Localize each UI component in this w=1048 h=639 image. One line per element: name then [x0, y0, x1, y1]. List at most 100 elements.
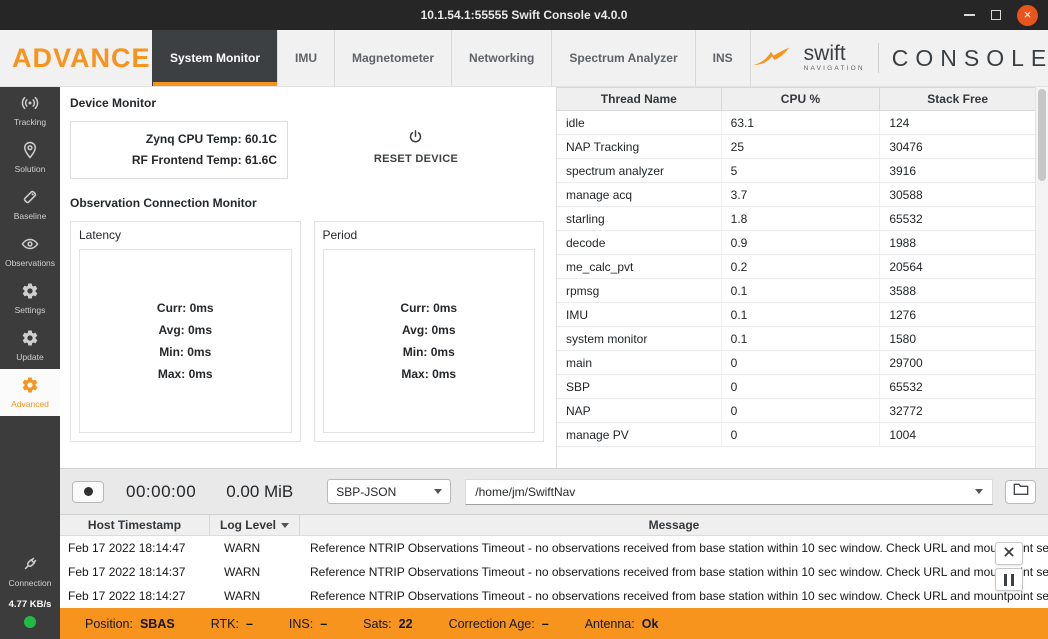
cpu-header: CPU %: [722, 88, 881, 110]
table-cell: SBP: [557, 375, 722, 398]
pause-log-button[interactable]: [995, 568, 1023, 591]
sidebar-item-label: Tracking: [13, 117, 47, 127]
period-avg: Avg: 0ms: [401, 323, 456, 337]
tab-system-monitor[interactable]: System Monitor: [152, 30, 278, 86]
record-bar: 00:00:00 0.00 MiB SBP-JSON /home/jm/Swif…: [60, 468, 1048, 514]
clear-log-button[interactable]: [995, 542, 1023, 565]
thread-table-main: Thread Name CPU % Stack Free idle 63.1 124…: [557, 87, 1035, 468]
log-row[interactable]: Feb 17 2022 18:14:37 WARN Reference NTRIP …: [60, 560, 1048, 584]
table-cell: 0: [722, 399, 881, 422]
latency-box: Latency Curr: 0ms Avg: 0ms Min: 0ms Max:…: [70, 221, 301, 442]
sidebar-item-connection[interactable]: Connection: [0, 548, 60, 595]
latency-curr: Curr: 0ms: [156, 301, 214, 315]
baseline-icon: [21, 188, 39, 208]
table-cell: 3916: [889, 163, 917, 178]
table-row[interactable]: manage PV 0 1004: [557, 423, 1035, 447]
table-row[interactable]: system monitor 0.1 1580: [557, 327, 1035, 351]
table-cell: 29700: [889, 355, 923, 370]
status-sats-: Sats: 22: [363, 617, 412, 631]
status-label: RTK:: [210, 616, 239, 631]
brand-navigation-label: NAVIGATION: [803, 65, 865, 73]
table-row[interactable]: IMU 0.1 1276: [557, 303, 1035, 327]
temperature-box: Zynq CPU Temp: 60.1C RF Frontend Temp: 6…: [70, 121, 288, 179]
settings-icon: [21, 282, 39, 302]
record-icon: [83, 487, 93, 496]
table-cell: main: [557, 351, 722, 374]
log-row[interactable]: Feb 17 2022 18:14:27 WARN Reference NTRIP …: [60, 584, 1048, 608]
status-label: INS:: [288, 616, 314, 631]
table-row[interactable]: decode 0.9 1988: [557, 231, 1035, 255]
rf-temp: RF Frontend Temp: 61.6C: [131, 153, 277, 167]
mode-label: ADVANCED: [12, 42, 172, 73]
status-label: Position:: [85, 616, 133, 631]
caret-down-icon: [975, 489, 983, 494]
period-title: Period: [322, 228, 358, 242]
minimize-icon[interactable]: [964, 14, 975, 16]
connection-icon: [21, 555, 39, 575]
table-row[interactable]: main 0 29700: [557, 351, 1035, 375]
table-row[interactable]: starling 1.8 65532: [557, 207, 1035, 231]
table-cell: 1.8: [722, 207, 881, 230]
sidebar: Tracking Solution Baseline Observations Sett…: [0, 87, 60, 639]
sidebar-item-tracking[interactable]: Tracking: [0, 87, 60, 134]
titlebar: 10.1.54.1:55555 Swift Console v4.0.0 ×: [0, 0, 1048, 30]
table-row[interactable]: NAP Tracking 25 30476: [557, 135, 1035, 159]
table-cell: 1276: [889, 307, 917, 322]
table-row[interactable]: NAP 0 32772: [557, 399, 1035, 423]
sidebar-item-advanced[interactable]: Advanced: [0, 369, 60, 416]
pause-icon: [1004, 573, 1014, 586]
table-cell: 0.1: [722, 327, 881, 350]
table-cell: spectrum analyzer: [557, 159, 722, 182]
table-cell: idle: [557, 111, 722, 134]
swift-logo-icon: [751, 46, 791, 70]
scrollbar-thumb[interactable]: [1038, 89, 1046, 181]
period-max: Max: 0ms: [401, 367, 457, 381]
device-monitor-title: Device Monitor: [70, 96, 157, 110]
sidebar-item-label: Solution: [14, 164, 46, 174]
tab-imu[interactable]: IMU: [277, 30, 334, 86]
table-cell: 0.1: [722, 303, 881, 326]
tab-networking[interactable]: Networking: [451, 30, 551, 86]
sidebar-item-baseline[interactable]: Baseline: [0, 181, 60, 228]
thread-name-header: Thread Name: [557, 88, 722, 110]
sidebar-item-settings[interactable]: Settings: [0, 275, 60, 322]
obs-monitor-row: Latency Curr: 0ms Avg: 0ms Min: 0ms Max:…: [70, 221, 544, 442]
maximize-icon[interactable]: [991, 10, 1001, 20]
reset-device-button[interactable]: RESET DEVICE: [374, 129, 458, 165]
close-icon[interactable]: ×: [1017, 4, 1038, 26]
table-row[interactable]: rpmsg 0.1 3588: [557, 279, 1035, 303]
stack-free-header: Stack Free: [927, 92, 988, 106]
table-row[interactable]: manage acq 3.7 30588: [557, 183, 1035, 207]
device-monitor-row: Zynq CPU Temp: 60.1C RF Frontend Temp: 6…: [70, 121, 544, 179]
thread-table: Thread Name CPU % Stack Free idle 63.1 124…: [556, 87, 1048, 468]
table-cell: IMU: [557, 303, 722, 326]
status-label: Sats:: [363, 616, 392, 631]
log-row[interactable]: Feb 17 2022 18:14:47 WARN Reference NTRIP …: [60, 536, 1048, 560]
tab-spectrum-analyzer[interactable]: Spectrum Analyzer: [551, 30, 694, 86]
log-directory-input[interactable]: /home/jm/SwiftNav: [465, 478, 993, 505]
latency-max: Max: 0ms: [157, 367, 213, 381]
sidebar-item-observations[interactable]: Observations: [0, 228, 60, 275]
thread-table-header: Thread Name CPU % Stack Free: [557, 87, 1035, 111]
table-row[interactable]: spectrum analyzer 5 3916: [557, 159, 1035, 183]
log-level-filter[interactable]: Log Level: [210, 515, 300, 535]
table-cell: manage PV: [557, 423, 722, 446]
table-cell: me_calc_pvt: [557, 255, 722, 278]
sidebar-item-solution[interactable]: Solution: [0, 134, 60, 181]
record-button[interactable]: [72, 480, 104, 503]
browse-folder-button[interactable]: [1005, 479, 1036, 504]
sidebar-item-update[interactable]: Update: [0, 322, 60, 369]
tab-ins[interactable]: INS: [694, 30, 751, 86]
period-box: Period Curr: 0ms Avg: 0ms Min: 0ms Max: …: [313, 221, 544, 442]
table-row[interactable]: idle 63.1 124: [557, 111, 1035, 135]
table-cell: 5: [722, 159, 881, 182]
table-row[interactable]: me_calc_pvt 0.2 20564: [557, 255, 1035, 279]
tab-magnetometer[interactable]: Magnetometer: [334, 30, 451, 86]
latency-avg: Avg: 0ms: [158, 323, 213, 337]
swift-wordmark: swift NAVIGATION: [804, 43, 865, 73]
table-row[interactable]: SBP 0 65532: [557, 375, 1035, 399]
log-format-select[interactable]: SBP-JSON: [327, 479, 452, 504]
thread-table-scrollbar[interactable]: [1035, 87, 1048, 468]
reset-device-label: RESET DEVICE: [373, 153, 459, 165]
